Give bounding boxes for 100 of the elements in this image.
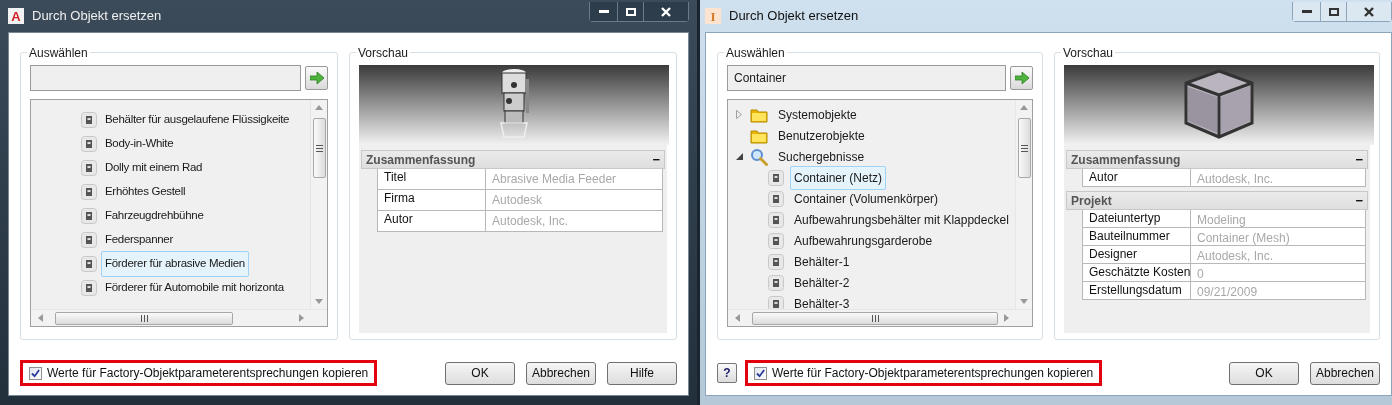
property-label: Autor	[1083, 169, 1191, 186]
checkbox[interactable]	[754, 366, 767, 380]
window-title: Durch Objekt ersetzen	[729, 7, 859, 26]
property-label: Designer	[1083, 246, 1191, 263]
property-label: Firma	[378, 190, 486, 210]
part-thumbnail-icon	[768, 295, 784, 309]
dialog-button[interactable]: Abbrechen	[526, 361, 596, 385]
property-value: Autodesk, Inc.	[1196, 171, 1275, 186]
part-thumbnail-icon	[768, 211, 784, 228]
list-item[interactable]: Behälter für ausgelaufene Flüssigkeite	[101, 107, 294, 133]
folder-icon	[750, 106, 768, 123]
search-icon	[750, 147, 768, 166]
part-thumbnail-icon	[81, 208, 97, 224]
close-icon	[661, 6, 671, 17]
collapse-icon: −	[1355, 153, 1363, 166]
list-item[interactable]: Fahrzeugdrehbühne	[101, 203, 208, 229]
section-title: Projekt	[1071, 192, 1112, 210]
property-label: Bauteilnummer	[1083, 228, 1191, 245]
part-thumbnail-icon	[768, 253, 784, 270]
section-title: Zusammenfassung	[1071, 151, 1181, 169]
collapse-icon: −	[1355, 194, 1363, 207]
scroll-left-icon	[734, 314, 740, 322]
section-header[interactable]: Zusammenfassung −	[1066, 150, 1368, 169]
minimize-icon	[598, 9, 609, 14]
arrow-right-icon	[1014, 72, 1029, 84]
close-button[interactable]	[1347, 2, 1391, 21]
property-value: 09/21/2009	[1196, 284, 1259, 299]
close-icon	[1364, 6, 1374, 17]
property-label: Autor	[378, 211, 486, 231]
list-item[interactable]: Erhöhtes Gestell	[101, 179, 190, 205]
checkbox-label: Werte für Factory-Objektparameterentsprechungen kopieren	[47, 365, 369, 382]
minimize-icon	[1301, 9, 1312, 14]
scroll-up-icon	[1020, 104, 1028, 110]
collapse-icon: −	[652, 153, 660, 166]
app-logo-icon: A	[8, 8, 24, 24]
section-header[interactable]: Projekt −	[1066, 191, 1368, 210]
tree-item[interactable]: Container (Netz)	[790, 165, 887, 190]
maximize-icon	[1328, 7, 1339, 16]
scroll-right-icon	[1004, 314, 1010, 322]
maximize-button[interactable]	[1321, 2, 1347, 21]
property-value: Autodesk, Inc.	[1196, 248, 1275, 263]
maximize-icon	[625, 7, 636, 16]
list-item[interactable]: Dolly mit einem Rad	[101, 155, 207, 181]
part-thumbnail-icon	[81, 256, 97, 272]
list-item[interactable]: Förderer für abrasive Medien	[101, 251, 249, 277]
part-thumbnail-icon	[768, 232, 784, 249]
property-label: Geschätzte Kosten	[1083, 264, 1191, 281]
property-value: Autodesk, Inc.	[491, 213, 570, 230]
arrow-right-icon	[309, 72, 324, 84]
window-title: Durch Objekt ersetzen	[32, 7, 162, 26]
horizontal-scrollbar[interactable]	[31, 309, 327, 326]
part-thumbnail-icon	[81, 112, 97, 128]
minimize-button[interactable]	[1293, 2, 1321, 21]
go-button[interactable]	[305, 66, 328, 90]
dialog-button[interactable]: Hilfe	[607, 361, 677, 385]
property-value: Modeling	[1196, 212, 1247, 227]
property-label: Erstellungsdatum	[1083, 282, 1191, 299]
property-value: Container (Mesh)	[1196, 230, 1291, 245]
part-thumbnail-icon	[81, 184, 97, 200]
maximize-button[interactable]	[618, 2, 644, 21]
section-title: Zusammenfassung	[366, 151, 476, 169]
search-field[interactable]: Container	[727, 65, 1006, 91]
dialog-button[interactable]: Abbrechen	[1310, 361, 1380, 385]
vertical-scrollbar[interactable]	[310, 100, 327, 309]
list-item[interactable]: Federspanner	[101, 227, 177, 253]
scroll-down-icon	[1020, 299, 1028, 305]
search-field[interactable]	[30, 65, 301, 91]
part-thumbnail-icon	[768, 190, 784, 207]
folder-icon	[750, 127, 768, 144]
property-value: Abrasive Media Feeder	[491, 171, 618, 188]
go-button[interactable]	[1010, 66, 1033, 90]
section-header[interactable]: Zusammenfassung −	[361, 150, 665, 169]
check-icon	[756, 368, 765, 378]
part-thumbnail-icon	[81, 232, 97, 248]
property-value: 0	[1196, 266, 1205, 281]
dialog-button[interactable]: OK	[445, 361, 515, 385]
vertical-scrollbar[interactable]	[1015, 100, 1032, 309]
scroll-down-icon	[315, 299, 323, 305]
part-thumbnail-icon	[81, 280, 97, 296]
part-thumbnail-icon	[81, 136, 97, 152]
property-label: Titel	[378, 169, 486, 189]
property-value: Autodesk	[491, 192, 544, 209]
app-logo-icon: I	[705, 8, 721, 24]
list-item[interactable]: Body-in-White	[101, 131, 178, 157]
list-item[interactable]: Förderer für Automobile mit horizonta	[101, 275, 288, 301]
part-thumbnail-icon	[81, 160, 97, 176]
check-icon	[31, 368, 40, 378]
scroll-left-icon	[37, 314, 43, 322]
part-thumbnail-icon	[768, 274, 784, 291]
scroll-up-icon	[315, 104, 323, 110]
help-button[interactable]: ?	[717, 363, 737, 383]
property-label: Dateiuntertyp	[1083, 210, 1191, 227]
minimize-button[interactable]	[590, 2, 618, 21]
horizontal-scrollbar[interactable]	[728, 309, 1032, 326]
checkbox[interactable]	[29, 366, 42, 380]
scroll-right-icon	[299, 314, 305, 322]
checkbox-label: Werte für Factory-Objektparameterentsprechungen kopieren	[772, 365, 1094, 382]
close-button[interactable]	[644, 2, 688, 21]
dialog-button[interactable]: OK	[1229, 361, 1299, 385]
part-thumbnail-icon	[768, 169, 784, 186]
